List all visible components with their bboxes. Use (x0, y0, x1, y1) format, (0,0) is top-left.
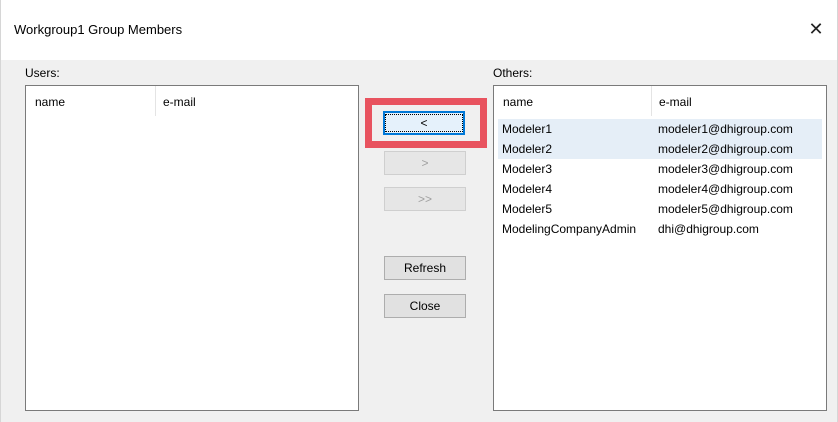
refresh-button[interactable]: Refresh (384, 256, 466, 280)
close-icon[interactable]: ✕ (804, 17, 828, 41)
move-right-button[interactable]: > (384, 151, 466, 175)
list-item[interactable]: Modeler3 modeler3@dhigroup.com (498, 159, 822, 179)
member-name: ModelingCompanyAdmin (502, 222, 637, 236)
title-bar: Workgroup1 Group Members ✕ (1, 0, 837, 60)
users-column-email[interactable]: e-mail (163, 95, 196, 109)
column-divider[interactable] (651, 86, 652, 116)
list-item[interactable]: ModelingCompanyAdmin dhi@dhigroup.com (498, 219, 822, 239)
member-email: modeler4@dhigroup.com (658, 182, 793, 196)
member-email: modeler3@dhigroup.com (658, 162, 793, 176)
move-left-button-label: < (385, 114, 463, 132)
users-column-name[interactable]: name (35, 95, 65, 109)
users-list-header: name e-mail (26, 86, 358, 118)
users-label: Users: (25, 66, 60, 80)
move-all-right-button[interactable]: >> (384, 187, 466, 211)
others-column-email[interactable]: e-mail (659, 95, 692, 109)
member-email: modeler1@dhigroup.com (658, 122, 793, 136)
list-item[interactable]: Modeler1 modeler1@dhigroup.com (498, 119, 822, 139)
list-item[interactable]: Modeler2 modeler2@dhigroup.com (498, 139, 822, 159)
member-name: Modeler2 (502, 142, 553, 156)
others-list-header: name e-mail (494, 86, 826, 118)
close-button[interactable]: Close (384, 294, 466, 318)
others-list[interactable]: name e-mail Modeler1 modeler1@dhigroup.co… (493, 85, 827, 411)
dialog-window: Workgroup1 Group Members ✕ Users: name e… (0, 0, 838, 422)
users-list[interactable]: name e-mail (25, 85, 359, 411)
member-email: modeler5@dhigroup.com (658, 202, 793, 216)
others-label: Others: (493, 66, 533, 80)
member-name: Modeler1 (502, 122, 553, 136)
move-left-button[interactable]: < (383, 111, 465, 135)
member-name: Modeler3 (502, 162, 553, 176)
member-name: Modeler4 (502, 182, 553, 196)
others-column-name[interactable]: name (503, 95, 533, 109)
list-item[interactable]: Modeler4 modeler4@dhigroup.com (498, 179, 822, 199)
member-email: dhi@dhigroup.com (658, 222, 759, 236)
member-email: modeler2@dhigroup.com (658, 142, 793, 156)
window-title: Workgroup1 Group Members (14, 22, 183, 37)
list-item[interactable]: Modeler5 modeler5@dhigroup.com (498, 199, 822, 219)
column-divider[interactable] (155, 86, 156, 116)
member-name: Modeler5 (502, 202, 553, 216)
